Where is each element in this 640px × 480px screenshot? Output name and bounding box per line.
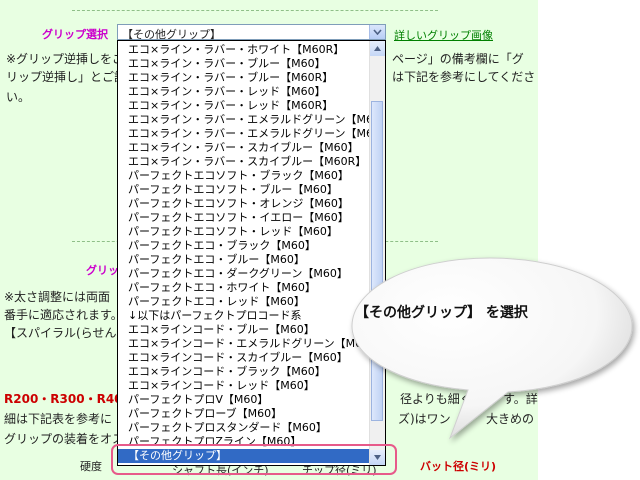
grip-option[interactable]: パーフェクトプローブ【M60】 [118, 407, 370, 421]
grip-option[interactable]: エコ×ライン・ラバー・ホワイト【M60R】 [118, 43, 370, 57]
note1-line2-right: は下記を参考にしてくださ [392, 70, 536, 84]
page: グリップ選択 【その他グリップ】 詳しいグリップ画像 ※グリップ逆挿しをご ペー… [0, 0, 640, 480]
grip-option[interactable]: エコ×ライン・ラバー・ブルー【M60R】 [118, 71, 370, 85]
note1-line1-right: ページ」の備考欄に「グ [392, 52, 524, 66]
grip-select[interactable]: 【その他グリップ】 [117, 24, 386, 41]
grip-option[interactable]: ↓以下はパーフェクトプロコード系 [118, 309, 370, 323]
header-hardness: 硬度 [80, 460, 102, 473]
grip-select-label: グリップ選択 [42, 28, 108, 41]
note2-line1: ※太さ調整には両面 [4, 290, 111, 304]
grip-option[interactable]: パーフェクトエコ・ダークグリーン【M60】 [118, 267, 370, 281]
grip-option[interactable]: エコ×ライン・ラバー・エメラルドグリーン【M60】 [118, 113, 385, 127]
scroll-up-icon[interactable] [370, 41, 385, 56]
grip-option[interactable]: エコ×ライン・ラバー・スカイブルー【M60R】 [118, 155, 370, 169]
grip-option[interactable]: パーフェクトエコソフト・イエロー【M60】 [118, 211, 370, 225]
grip-option[interactable]: エコ×ライン・ラバー・レッド【M60】 [118, 85, 370, 99]
grip-option[interactable]: パーフェクトプロV【M60】 [118, 393, 370, 407]
grip-option[interactable]: パーフェクトエコ・ブラック【M60】 [118, 239, 370, 253]
grip-label-2: グリッ [86, 264, 119, 277]
note2-line3: 【スパイラル(らせん料 [4, 326, 129, 340]
grip-option[interactable]: エコ×ラインコード・ブラック【M60】 [118, 365, 370, 379]
grip-option[interactable]: パーフェクトエコ・レッド【M60】 [118, 295, 370, 309]
line-a-left: 細は下記表を参考に [4, 412, 113, 426]
grip-option[interactable]: パーフェクトエコ・ホワイト【M60】 [118, 281, 370, 295]
grip-option[interactable]: パーフェクトエコソフト・ブラック【M60】 [118, 169, 370, 183]
grip-option[interactable]: パーフェクトエコソフト・ブルー【M60】 [118, 183, 370, 197]
grip-option[interactable]: エコ×ラインコード・レッド【M60】 [118, 379, 370, 393]
grip-option[interactable]: エコ×ライン・ラバー・レッド【M60R】 [118, 99, 370, 113]
grip-options-list: エコ×ライン・ラバー・ホワイト【M60R】 エコ×ライン・ラバー・ブルー【M60】… [118, 43, 385, 463]
grip-option[interactable]: パーフェクトエコ・ブルー【M60】 [118, 253, 370, 267]
note1-line3: い。 [6, 90, 31, 104]
grip-option[interactable]: エコ×ラインコード・ブルー【M60】 [118, 323, 370, 337]
grip-option[interactable]: エコ×ライン・ラバー・スカイブルー【M60】 [118, 141, 370, 155]
grip-option[interactable]: エコ×ラインコード・スカイブルー【M60】 [118, 351, 370, 365]
shaft-hardness-text: R200・R300・R400 [4, 392, 131, 406]
line-c-left: グリップの装着をオス [4, 432, 125, 446]
header-butt-diameter: バット径(ミリ) [420, 460, 497, 473]
note1-line1-left: ※グリップ逆挿しをご [6, 52, 125, 66]
grip-option[interactable]: パーフェクトエコソフト・オレンジ【M60】 [118, 197, 370, 211]
grip-option[interactable]: エコ×ラインコード・エメラルドグリーン【M60】 [118, 337, 380, 351]
chevron-down-icon[interactable] [369, 25, 385, 39]
callout-bubble [351, 257, 633, 440]
note2-line2: 番手に適応されます。 [4, 308, 123, 322]
grip-option[interactable]: エコ×ライン・ラバー・ブルー【M60】 [118, 57, 370, 71]
grip-option[interactable]: エコ×ライン・ラバー・エメラルドグリーン【M60R】 [118, 127, 385, 141]
divider-top [72, 10, 438, 11]
grip-image-link[interactable]: 詳しいグリップ画像 [394, 27, 493, 43]
callout-text: 【その他グリップ】 を選択 [355, 305, 528, 321]
grip-option[interactable]: パーフェクトエコソフト・レッド【M60】 [118, 225, 370, 239]
grip-option[interactable]: パーフェクトプロスタンダード【M60】 [118, 421, 370, 435]
